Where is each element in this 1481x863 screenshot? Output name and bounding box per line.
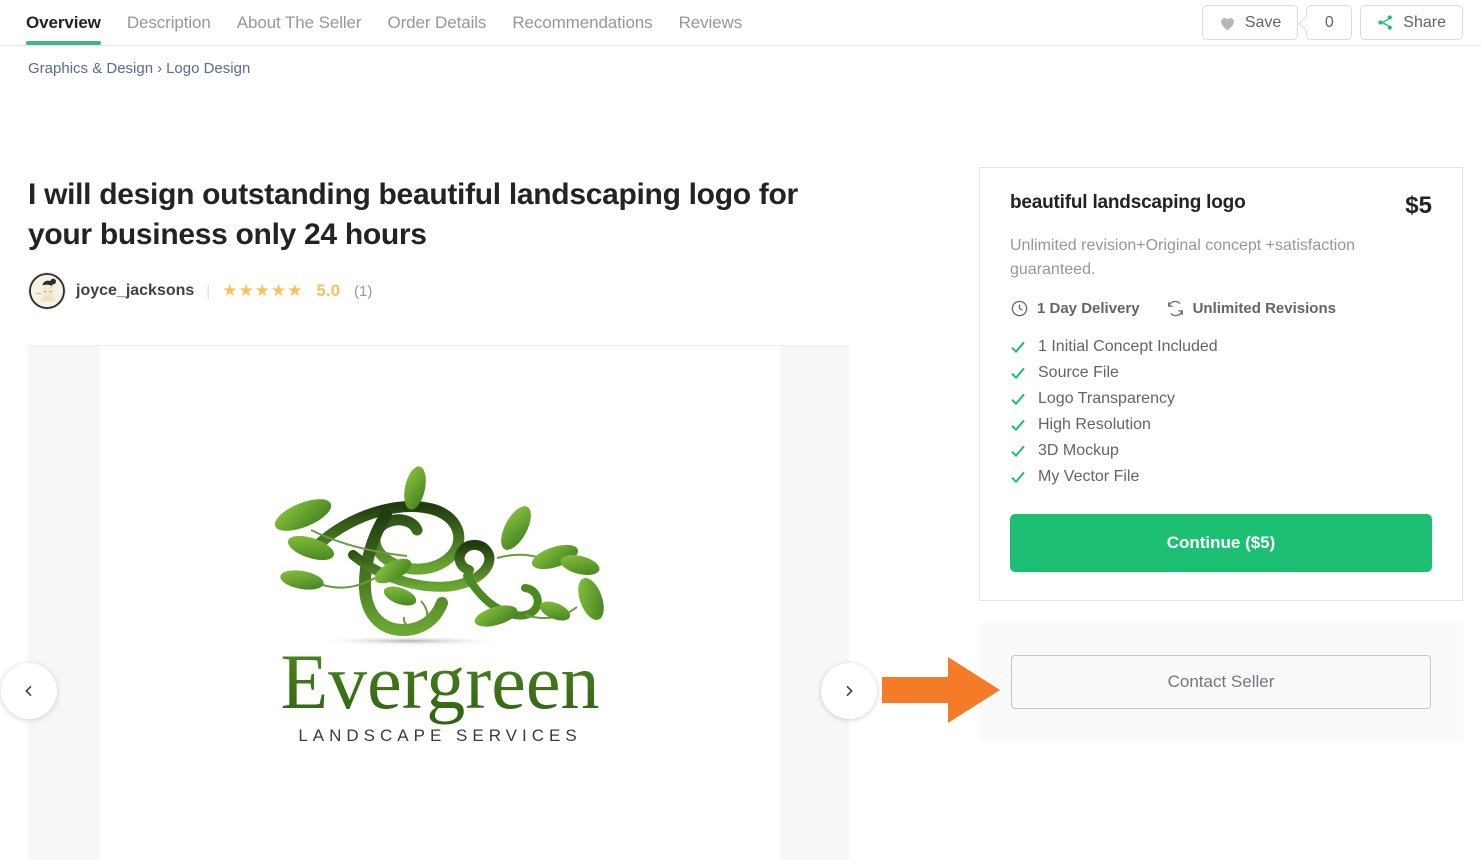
check-icon [1011, 367, 1025, 380]
clock-icon [1011, 300, 1028, 317]
top-actions: Save 0 Share [1201, 5, 1463, 40]
save-button[interactable]: Save [1201, 5, 1299, 40]
gallery-main-image[interactable]: Evergreen LANDSCAPE SERVICES [100, 346, 780, 860]
breadcrumb-current-link[interactable]: Logo Design [166, 60, 250, 77]
package-header: beautiful landscaping logo $5 [1010, 192, 1432, 220]
tab-about-the-seller-label: About The Seller [236, 12, 362, 32]
feature-item: My Vector File [1010, 468, 1432, 486]
tab-about-the-seller[interactable]: About The Seller [237, 0, 362, 45]
feature-label: Logo Transparency [1038, 390, 1175, 407]
breadcrumb-separator: › [157, 60, 163, 77]
package-meta: 1 Day Delivery Unlimited Revisions [1010, 299, 1432, 318]
save-count-value: 0 [1324, 13, 1334, 31]
feature-label: High Resolution [1038, 416, 1151, 433]
gallery-right-band [777, 346, 849, 860]
logo-tagline-text: LANDSCAPE SERVICES [298, 726, 581, 745]
feature-label: 3D Mockup [1038, 442, 1119, 459]
check-icon [1011, 341, 1025, 354]
package-description: Unlimited revision+Original concept +sat… [1010, 237, 1356, 278]
share-icon [1378, 15, 1393, 30]
top-tab-bar: Overview Description About The Seller Or… [0, 0, 1481, 46]
share-button[interactable]: Share [1360, 5, 1463, 40]
check-icon [1011, 419, 1025, 432]
tab-overview[interactable]: Overview [26, 0, 101, 45]
check-icon [1011, 393, 1025, 406]
seller-divider: | [206, 282, 211, 300]
tab-order-details-label: Order Details [387, 12, 487, 32]
tab-reviews-label: Reviews [678, 12, 743, 32]
feature-item: Logo Transparency [1010, 390, 1432, 408]
tab-list: Overview Description About The Seller Or… [0, 0, 742, 45]
gig-main-column: I will design outstanding beautiful land… [0, 167, 960, 860]
gallery-left-band [28, 346, 100, 860]
breadcrumb-root-link[interactable]: Graphics & Design [28, 60, 153, 77]
check-icon [1011, 445, 1025, 458]
breadcrumb: Graphics & Design › Logo Design [0, 46, 1481, 77]
evergreen-logo-artwork: Evergreen LANDSCAPE SERVICES [274, 466, 604, 745]
gallery-prev-button[interactable] [1, 663, 57, 719]
continue-button[interactable]: Continue ($5) [1010, 514, 1432, 572]
share-button-label: Share [1403, 13, 1446, 31]
feature-label: Source File [1038, 364, 1119, 381]
package-features: 1 Initial Concept Included Source File L… [1010, 338, 1432, 486]
chevron-left-icon [25, 685, 32, 697]
rating-count: (1) [354, 282, 373, 300]
tab-description-label: Description [126, 12, 211, 32]
avatar-image [29, 273, 65, 309]
delivery-time: 1 Day Delivery [1010, 299, 1140, 318]
feature-item: 1 Initial Concept Included [1010, 338, 1432, 356]
save-button-label: Save [1244, 13, 1282, 31]
package-card: beautiful landscaping logo $5 Unlimited … [979, 167, 1463, 601]
gallery-next-button[interactable] [821, 663, 877, 719]
check-icon [1011, 471, 1025, 484]
feature-item: 3D Mockup [1010, 442, 1432, 460]
contact-seller-panel: Contact Seller [979, 623, 1463, 741]
tab-order-details[interactable]: Order Details [387, 0, 486, 45]
gallery: Evergreen LANDSCAPE SERVICES [28, 345, 849, 860]
seller-row: joyce_jacksons | ★★★★★ 5.0 (1) [0, 255, 960, 310]
rating-stars: ★★★★★ [222, 281, 304, 300]
feature-item: High Resolution [1010, 416, 1432, 434]
revisions-count: Unlimited Revisions [1166, 299, 1336, 318]
refresh-icon [1167, 300, 1183, 317]
contact-seller-button[interactable]: Contact Seller [1011, 655, 1431, 709]
delivery-time-label: 1 Day Delivery [1037, 300, 1140, 317]
feature-label: 1 Initial Concept Included [1038, 338, 1218, 355]
page-title: I will design outstanding beautiful land… [28, 178, 798, 251]
tab-overview-label: Overview [26, 12, 101, 32]
chevron-right-icon [846, 685, 853, 697]
tab-recommendations[interactable]: Recommendations [512, 0, 652, 45]
package-name: beautiful landscaping logo [1010, 192, 1246, 213]
feature-item: Source File [1010, 364, 1432, 382]
purchase-sidebar: beautiful landscaping logo $5 Unlimited … [979, 167, 1463, 741]
feature-label: My Vector File [1038, 468, 1140, 485]
tab-recommendations-label: Recommendations [512, 12, 653, 32]
tab-reviews[interactable]: Reviews [679, 0, 743, 45]
package-price: $5 [1405, 192, 1432, 219]
logo-brand-text: Evergreen [280, 638, 599, 725]
heart-icon [1220, 17, 1234, 30]
seller-name[interactable]: joyce_jacksons [76, 282, 194, 300]
rating-value: 5.0 [316, 281, 341, 300]
revisions-label: Unlimited Revisions [1192, 300, 1336, 317]
tab-description[interactable]: Description [127, 0, 211, 45]
save-count-bubble: 0 [1306, 5, 1353, 40]
avatar[interactable] [28, 272, 66, 310]
